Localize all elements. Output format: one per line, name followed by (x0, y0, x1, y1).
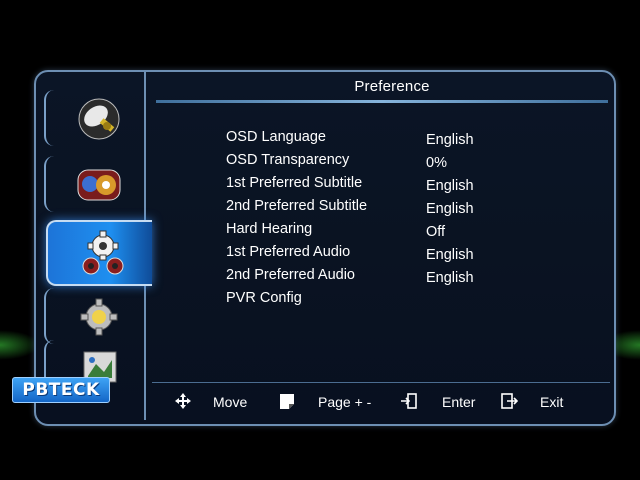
menu-item-value: Off (426, 224, 446, 240)
menu-item-2nd-preferred-subtitle[interactable]: 2nd Preferred Subtitle English (226, 198, 566, 221)
menu-item-1st-preferred-subtitle[interactable]: 1st Preferred Subtitle English (226, 175, 566, 198)
menu-item-hard-hearing[interactable]: Hard Hearing Off (226, 221, 566, 244)
help-bar: Move Page + - Enter Exit (170, 392, 600, 414)
menu-item-pvr-config[interactable]: PVR Config (226, 290, 566, 313)
page-label: Page + - (318, 394, 372, 410)
menu-item-osd-language[interactable]: OSD Language English (226, 129, 566, 152)
menu-item-value: 0% (426, 155, 447, 171)
page-icon (280, 394, 294, 409)
sidebar (36, 72, 152, 420)
menu-item-label: OSD Transparency (226, 152, 350, 168)
menu-item-label: Hard Hearing (226, 221, 313, 237)
menu-item-label: 2nd Preferred Audio (226, 267, 355, 283)
preference-panel: Preference OSD Language English OSD Tran… (152, 72, 610, 420)
menu-item-label: OSD Language (226, 129, 326, 145)
menu-item-label: 2nd Preferred Subtitle (226, 198, 368, 214)
preference-menu: OSD Language English OSD Transparency 0%… (226, 129, 566, 313)
menu-item-value: English (426, 201, 474, 217)
menu-item-1st-preferred-audio[interactable]: 1st Preferred Audio English (226, 244, 566, 267)
menu-item-value: English (426, 270, 474, 286)
move-label: Move (213, 394, 248, 410)
menu-item-value: English (426, 132, 474, 148)
title-divider (156, 100, 608, 103)
exit-label: Exit (540, 394, 564, 410)
menu-item-value: English (426, 247, 474, 263)
menu-item-value: English (426, 178, 474, 194)
move-arrows-icon (175, 393, 191, 409)
pbteck-watermark-logo: PBTECK (12, 377, 110, 403)
enter-label: Enter (442, 394, 476, 410)
menu-item-osd-transparency[interactable]: OSD Transparency 0% (226, 152, 566, 175)
media-player-icon (77, 169, 121, 201)
system-gear-icon (80, 298, 118, 336)
panel-title: Preference (354, 78, 430, 95)
satellite-dish-icon (78, 98, 120, 140)
footer-divider (152, 382, 610, 383)
menu-item-label: 1st Preferred Audio (226, 244, 351, 260)
enter-icon (401, 393, 417, 409)
sidebar-item-system[interactable] (44, 288, 136, 344)
gears-settings-icon (82, 230, 124, 275)
menu-item-label: 1st Preferred Subtitle (226, 175, 363, 191)
exit-icon (501, 393, 518, 409)
menu-item-label: PVR Config (226, 290, 302, 306)
sidebar-item-installation[interactable] (44, 90, 136, 146)
menu-item-2nd-preferred-audio[interactable]: 2nd Preferred Audio English (226, 267, 566, 290)
sidebar-item-media[interactable] (44, 156, 136, 212)
sidebar-item-preferences[interactable] (46, 220, 152, 286)
